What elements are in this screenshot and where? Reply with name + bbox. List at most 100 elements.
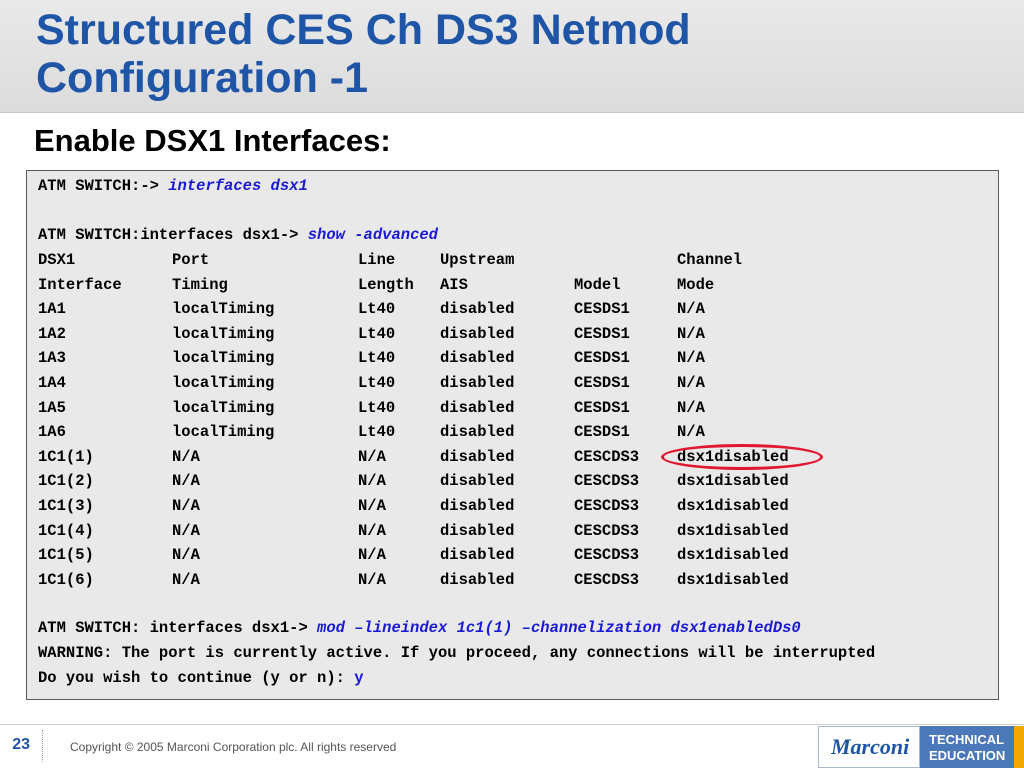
col-port-timing: N/A <box>172 497 200 515</box>
col-port-timing: Timing <box>172 275 228 294</box>
col-upstream-ais: disabled <box>440 546 515 565</box>
col-channel-mode: dsx1disabled <box>677 570 789 589</box>
col-upstream-ais: disabled <box>440 570 515 589</box>
col-line-length: Lt40 <box>358 300 396 319</box>
page-number: 23 <box>12 736 30 753</box>
col-port-timing: localTiming <box>172 324 275 343</box>
col-line-length: N/A <box>358 447 386 466</box>
col-model: CESDS1 <box>574 398 630 417</box>
footer-divider <box>0 724 1024 725</box>
col-port-timing: localTiming <box>172 300 275 319</box>
confirm-input: y <box>354 669 364 687</box>
copyright-text: Copyright © 2005 Marconi Corporation plc… <box>70 740 397 754</box>
command-prompt: ATM SWITCH:interfaces dsx1-> <box>38 226 308 244</box>
col-model: CESCDS3 <box>574 472 640 491</box>
col-channel-mode: N/A <box>677 349 705 368</box>
col-channel-mode: N/A <box>677 324 705 343</box>
col-model: CESDS1 <box>574 423 630 442</box>
col-model: CESCDS3 <box>574 447 640 466</box>
col-upstream-ais: AIS <box>440 275 468 294</box>
col-port-timing: Port <box>172 251 210 269</box>
col-line-length: N/A <box>358 570 386 589</box>
col-interface: 1C1(4) <box>38 521 94 540</box>
col-channel-mode: N/A <box>677 398 705 417</box>
col-channel-mode: dsx1disabled <box>677 472 789 491</box>
highlight-ring <box>661 444 823 470</box>
badge-line-2: EDUCATION <box>929 748 1006 763</box>
col-port-timing: localTiming <box>172 374 275 392</box>
col-interface: 1A4 <box>38 374 66 392</box>
col-port-timing: N/A <box>172 472 200 491</box>
command-input: show -advanced <box>307 226 438 244</box>
slide-header: Structured CES Ch DS3 Netmod Configurati… <box>0 0 1024 113</box>
col-interface: 1C1(2) <box>38 472 94 491</box>
col-model: CESDS1 <box>574 300 630 319</box>
slide-title-line1: Structured CES Ch DS3 Netmod <box>36 6 691 54</box>
marconi-logo-text: Marconi <box>831 734 910 759</box>
terminal-output: ATM SWITCH:-> interfaces dsx1 ATM SWITCH… <box>26 170 999 700</box>
accent-bar <box>1014 726 1024 768</box>
col-port-timing: N/A <box>172 570 200 589</box>
col-port-timing: N/A <box>172 521 200 540</box>
col-line-length: Line <box>358 251 396 269</box>
col-port-timing: N/A <box>172 546 200 565</box>
col-channel-mode: N/A <box>677 300 705 319</box>
col-model: CESDS1 <box>574 324 630 343</box>
col-line-length: Length <box>358 275 414 294</box>
command-prompt: ATM SWITCH:-> <box>38 177 169 195</box>
slide-subtitle: Enable DSX1 Interfaces: <box>34 123 391 158</box>
col-upstream-ais: Upstream <box>440 251 515 269</box>
col-line-length: Lt40 <box>358 374 396 392</box>
col-interface: 1A3 <box>38 349 66 368</box>
col-model: CESDS1 <box>574 374 630 392</box>
col-interface: 1A1 <box>38 300 66 319</box>
col-channel-mode: Mode <box>677 275 715 294</box>
command-line-3: ATM SWITCH: interfaces dsx1-> mod –linei… <box>38 616 801 640</box>
col-line-length: Lt40 <box>358 423 396 442</box>
col-model: CESCDS3 <box>574 521 640 540</box>
col-port-timing: localTiming <box>172 398 275 417</box>
col-channel-mode: dsx1disabled <box>677 546 789 565</box>
col-upstream-ais: disabled <box>440 497 515 515</box>
page-number-separator <box>42 730 43 762</box>
col-line-length: Lt40 <box>358 349 396 368</box>
col-model: CESDS1 <box>574 349 630 368</box>
badge-line-1: TECHNICAL <box>929 732 1005 747</box>
col-interface: 1C1(3) <box>38 497 94 515</box>
col-interface: 1C1(6) <box>38 570 94 589</box>
col-upstream-ais: disabled <box>440 423 515 442</box>
col-line-length: N/A <box>358 472 386 491</box>
col-interface: 1C1(1) <box>38 447 94 466</box>
confirm-line: Do you wish to continue (y or n): y <box>38 666 364 690</box>
command-line-1: ATM SWITCH:-> interfaces dsx1 <box>38 174 308 198</box>
col-upstream-ais: disabled <box>440 472 515 491</box>
command-prompt: ATM SWITCH: interfaces dsx1-> <box>38 619 318 637</box>
confirm-prompt: Do you wish to continue (y or n): <box>38 669 355 687</box>
col-channel-mode: Channel <box>677 251 743 269</box>
col-interface: 1A6 <box>38 423 66 442</box>
col-line-length: N/A <box>358 521 386 540</box>
col-upstream-ais: disabled <box>440 398 515 417</box>
col-interface: Interface <box>38 275 122 294</box>
col-interface: 1C1(5) <box>38 546 94 565</box>
command-line-2: ATM SWITCH:interfaces dsx1-> show -advan… <box>38 223 438 247</box>
col-interface: DSX1 <box>38 251 76 269</box>
warning-message: WARNING: The port is currently active. I… <box>38 644 876 662</box>
col-upstream-ais: disabled <box>440 349 515 368</box>
col-upstream-ais: disabled <box>440 521 515 540</box>
slide-title: Structured CES Ch DS3 Netmod Configurati… <box>36 6 691 102</box>
col-port-timing: localTiming <box>172 349 275 368</box>
col-port-timing: N/A <box>172 447 200 466</box>
col-line-length: N/A <box>358 497 386 515</box>
col-channel-mode: N/A <box>677 374 705 392</box>
slide-title-line2: Configuration -1 <box>36 54 369 102</box>
col-line-length: Lt40 <box>358 398 396 417</box>
col-channel-mode: N/A <box>677 423 705 442</box>
col-model: CESCDS3 <box>574 497 640 515</box>
col-interface: 1A5 <box>38 398 66 417</box>
command-input: interfaces dsx1 <box>168 177 308 195</box>
col-interface: 1A2 <box>38 324 66 343</box>
col-upstream-ais: disabled <box>440 447 515 466</box>
col-upstream-ais: disabled <box>440 300 515 319</box>
col-line-length: N/A <box>358 546 386 565</box>
